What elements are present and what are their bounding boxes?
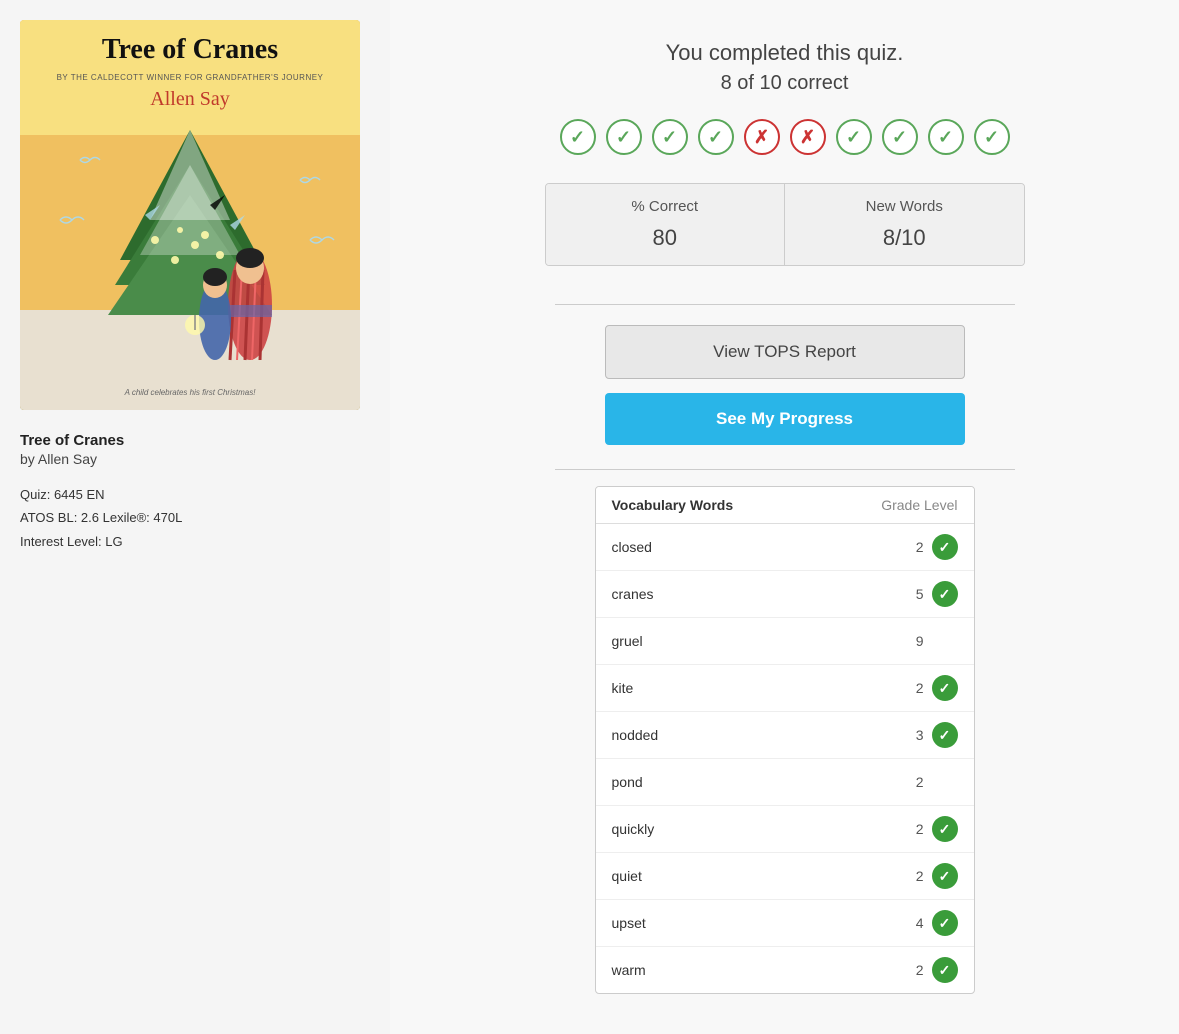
vocab-word: upset xyxy=(612,915,894,931)
vocab-check-icon xyxy=(932,769,958,795)
right-panel: You completed this quiz. 8 of 10 correct… xyxy=(390,0,1179,1034)
vocab-word: warm xyxy=(612,962,894,978)
answer-8: ✓ xyxy=(882,119,918,155)
book-info: Tree of Cranes by Allen Say Quiz: 6445 E… xyxy=(20,432,182,553)
book-author: by Allen Say xyxy=(20,451,182,467)
vocabulary-table: Vocabulary Words Grade Level closed2✓cra… xyxy=(595,486,975,994)
svg-text:A child celebrates his first C: A child celebrates his first Christmas! xyxy=(124,388,257,397)
vocab-check-icon xyxy=(932,628,958,654)
vocab-check-icon: ✓ xyxy=(932,910,958,936)
divider-1 xyxy=(555,304,1015,305)
vocab-grade: 5 xyxy=(894,586,924,602)
answer-4: ✓ xyxy=(698,119,734,155)
tops-report-button[interactable]: View TOPS Report xyxy=(605,325,965,379)
percent-correct-box: % Correct 80 xyxy=(546,184,786,265)
vocab-word: closed xyxy=(612,539,894,555)
vocab-word: kite xyxy=(612,680,894,696)
vocab-grade: 2 xyxy=(894,774,924,790)
vocab-check-icon: ✓ xyxy=(932,675,958,701)
completion-message: You completed this quiz. xyxy=(666,40,904,66)
vocab-check-icon: ✓ xyxy=(932,957,958,983)
vocab-divider xyxy=(555,469,1015,470)
vocab-row: quickly2 ✓ xyxy=(596,806,974,853)
book-cover: Tree of Cranes BY THE CALDECOTT WINNER F… xyxy=(20,20,360,410)
new-words-label: New Words xyxy=(805,198,1004,215)
svg-text:Allen Say: Allen Say xyxy=(150,88,229,110)
vocab-row: upset4 ✓ xyxy=(596,900,974,947)
answer-6: ✗ xyxy=(790,119,826,155)
svg-text:BY THE CALDECOTT WINNER FOR GR: BY THE CALDECOTT WINNER FOR GRANDFATHER'… xyxy=(57,73,324,82)
answer-9: ✓ xyxy=(928,119,964,155)
quiz-atos: ATOS BL: 2.6 Lexile®: 470L xyxy=(20,506,182,529)
vocab-word: quiet xyxy=(612,868,894,884)
new-words-box: New Words 8/10 xyxy=(785,184,1024,265)
vocab-grade: 2 xyxy=(894,868,924,884)
book-title: Tree of Cranes xyxy=(20,432,182,449)
vocab-word: quickly xyxy=(612,821,894,837)
answer-7: ✓ xyxy=(836,119,872,155)
vocab-check-icon: ✓ xyxy=(932,534,958,560)
vocab-word: gruel xyxy=(612,633,894,649)
vocab-grade: 3 xyxy=(894,727,924,743)
vocab-row: nodded3 ✓ xyxy=(596,712,974,759)
vocab-header-word: Vocabulary Words xyxy=(612,497,734,513)
answer-indicators: ✓ ✓ ✓ ✓ ✗ ✗ ✓ ✓ ✓ ✓ xyxy=(560,119,1010,155)
quiz-interest: Interest Level: LG xyxy=(20,530,182,553)
vocab-row: gruel9 xyxy=(596,618,974,665)
answer-5: ✗ xyxy=(744,119,780,155)
vocab-header: Vocabulary Words Grade Level xyxy=(596,487,974,524)
vocab-row: warm2 ✓ xyxy=(596,947,974,993)
left-panel: Tree of Cranes BY THE CALDECOTT WINNER F… xyxy=(0,0,390,1034)
vocab-check-icon: ✓ xyxy=(932,816,958,842)
svg-text:Tree of Cranes: Tree of Cranes xyxy=(102,34,278,65)
vocab-row: quiet2 ✓ xyxy=(596,853,974,900)
vocab-row: closed2 ✓ xyxy=(596,524,974,571)
completion-score: 8 of 10 correct xyxy=(721,72,849,95)
vocab-word: pond xyxy=(612,774,894,790)
answer-10: ✓ xyxy=(974,119,1010,155)
stats-row: % Correct 80 New Words 8/10 xyxy=(545,183,1025,266)
quiz-meta: Quiz: 6445 EN ATOS BL: 2.6 Lexile®: 470L… xyxy=(20,483,182,553)
vocab-word: cranes xyxy=(612,586,894,602)
vocab-grade: 2 xyxy=(894,821,924,837)
vocab-row: pond2 xyxy=(596,759,974,806)
vocab-check-icon: ✓ xyxy=(932,581,958,607)
answer-2: ✓ xyxy=(606,119,642,155)
percent-correct-label: % Correct xyxy=(566,198,765,215)
vocab-word: nodded xyxy=(612,727,894,743)
percent-correct-value: 80 xyxy=(566,225,765,251)
progress-button[interactable]: See My Progress xyxy=(605,393,965,445)
vocab-grade: 2 xyxy=(894,962,924,978)
vocab-header-grade: Grade Level xyxy=(881,497,957,513)
quiz-number: Quiz: 6445 EN xyxy=(20,483,182,506)
new-words-value: 8/10 xyxy=(805,225,1004,251)
vocab-check-icon: ✓ xyxy=(932,863,958,889)
vocab-grade: 2 xyxy=(894,539,924,555)
vocab-rows: closed2✓cranes5✓gruel9kite2✓nodded3✓pond… xyxy=(596,524,974,993)
vocab-grade: 2 xyxy=(894,680,924,696)
vocab-grade: 4 xyxy=(894,915,924,931)
answer-3: ✓ xyxy=(652,119,688,155)
vocab-check-icon: ✓ xyxy=(932,722,958,748)
vocab-row: kite2 ✓ xyxy=(596,665,974,712)
vocab-row: cranes5 ✓ xyxy=(596,571,974,618)
vocab-grade: 9 xyxy=(894,633,924,649)
answer-1: ✓ xyxy=(560,119,596,155)
